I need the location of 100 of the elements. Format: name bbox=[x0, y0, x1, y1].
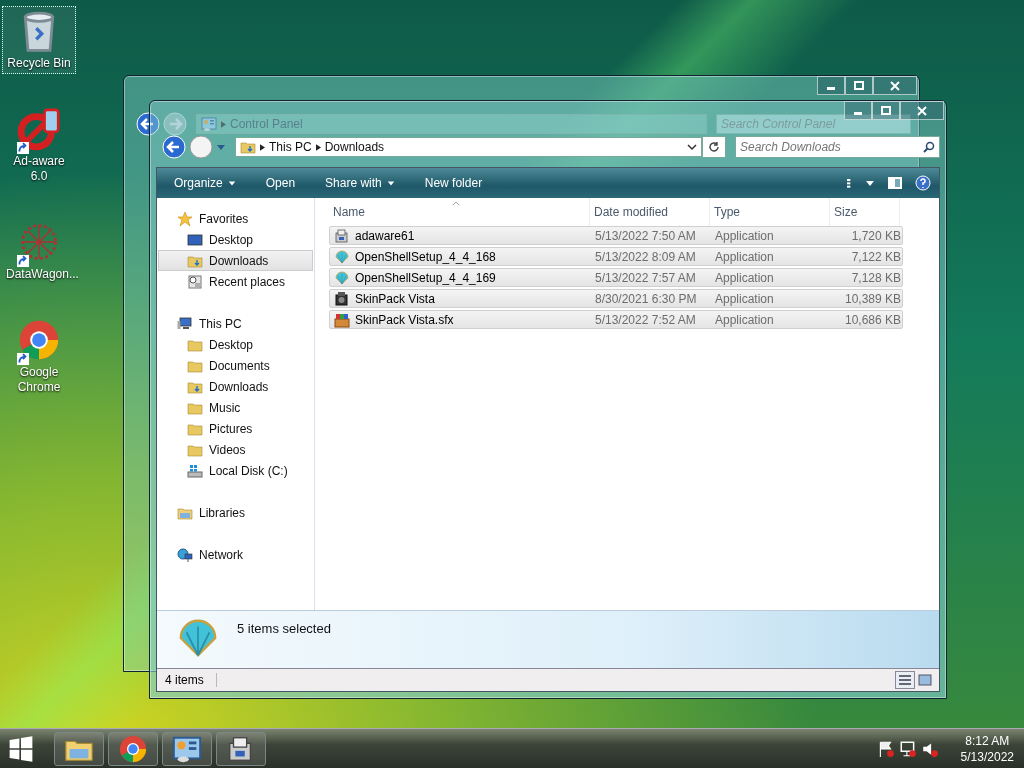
computer-icon bbox=[177, 315, 193, 332]
preview-pane-icon[interactable] bbox=[887, 175, 903, 191]
taskbar-button[interactable] bbox=[162, 731, 212, 766]
shell-icon bbox=[334, 269, 350, 286]
browser-icon bbox=[118, 733, 148, 764]
nav-item[interactable]: Network bbox=[158, 544, 313, 565]
file-row[interactable]: adaware61 5/13/2022 7:50 AM Application 1,720 KB bbox=[329, 226, 903, 245]
nav-item[interactable]: Videos bbox=[158, 439, 313, 460]
table-cell-text: 7,122 KB bbox=[850, 249, 901, 264]
table-cell-text: Application bbox=[714, 228, 775, 243]
table-cell-text: 5/13/2022 7:52 AM bbox=[594, 312, 697, 327]
taskbar-button[interactable] bbox=[54, 731, 104, 766]
nav-item[interactable]: Local Disk (C:) bbox=[158, 460, 313, 481]
shell-icon bbox=[334, 248, 350, 265]
close-icon bbox=[890, 80, 900, 91]
caret-icon[interactable] bbox=[865, 178, 875, 188]
recent-places-icon bbox=[187, 273, 203, 290]
breadcrumb-arrow-icon bbox=[260, 143, 265, 151]
search-icon bbox=[923, 141, 935, 153]
file-row[interactable]: OpenShellSetup_4_4_169 5/13/2022 7:57 AM Application 7,128 KB bbox=[329, 268, 903, 287]
thumbnail-view-icon[interactable] bbox=[915, 671, 935, 689]
chevron-down-icon[interactable] bbox=[687, 142, 697, 152]
nav-item[interactable]: This PC bbox=[158, 313, 313, 334]
refresh-button[interactable] bbox=[702, 136, 726, 158]
table-cell-text: Application bbox=[714, 312, 775, 327]
file-name: SkinPack Vista bbox=[355, 291, 435, 306]
desktop-shortcut[interactable]: Ad-aware 6.0 bbox=[2, 104, 76, 187]
details-view-icon[interactable] bbox=[895, 671, 915, 689]
nav-item[interactable]: Pictures bbox=[158, 418, 313, 439]
network-icon[interactable] bbox=[898, 739, 917, 758]
nav-item[interactable]: Desktop bbox=[158, 229, 313, 250]
monitor-icon bbox=[187, 231, 203, 248]
taskbar-button[interactable] bbox=[108, 731, 158, 766]
file-name: OpenShellSetup_4_4_169 bbox=[355, 270, 496, 285]
file-row[interactable]: SkinPack Vista.sfx 5/13/2022 7:52 AM Application 10,686 KB bbox=[329, 310, 903, 329]
file-name: OpenShellSetup_4_4_168 bbox=[355, 249, 496, 264]
minimize-button[interactable] bbox=[844, 101, 872, 120]
table-cell-text: Application bbox=[714, 270, 775, 285]
back-icon[interactable] bbox=[136, 112, 160, 136]
table-cell-text: 10,686 KB bbox=[843, 312, 901, 327]
file-name: adaware61 bbox=[355, 228, 415, 243]
refresh-icon bbox=[708, 141, 720, 153]
breadcrumb-item[interactable]: This PC bbox=[269, 140, 312, 154]
nav-item[interactable]: Libraries bbox=[158, 502, 313, 523]
toolbar-button[interactable]: New folder bbox=[415, 172, 492, 194]
network-icon bbox=[177, 546, 193, 563]
nav-item[interactable]: Downloads bbox=[158, 376, 313, 397]
table-cell-text: 5/13/2022 7:57 AM bbox=[594, 270, 697, 285]
toolbar-button[interactable]: Organize bbox=[165, 172, 245, 194]
nav-item[interactable]: Documents bbox=[158, 355, 313, 376]
close-icon bbox=[917, 105, 927, 116]
table-cell-text: 10,389 KB bbox=[843, 291, 901, 306]
file-row[interactable]: OpenShellSetup_4_4_168 5/13/2022 8:09 AM Application 7,122 KB bbox=[329, 247, 903, 266]
table-cell-text: 5/13/2022 7:50 AM bbox=[594, 228, 697, 243]
table-cell-text: 7,128 KB bbox=[850, 270, 901, 285]
search-field[interactable]: Search Downloads bbox=[735, 136, 940, 158]
table-cell-text: Application bbox=[714, 249, 775, 264]
selection-summary: 5 items selected bbox=[237, 621, 331, 636]
close-button[interactable] bbox=[900, 101, 944, 120]
archive-icon bbox=[334, 311, 350, 328]
star-icon bbox=[177, 210, 193, 227]
maximize-button[interactable] bbox=[872, 101, 900, 120]
nav-item[interactable]: Recent places bbox=[158, 271, 313, 292]
download-folder-icon bbox=[240, 139, 256, 155]
table-cell-text: 5/13/2022 8:09 AM bbox=[594, 249, 697, 264]
nav-item[interactable]: Favorites bbox=[158, 208, 313, 229]
browser-icon bbox=[17, 318, 61, 362]
file-row[interactable]: SkinPack Vista 8/30/2021 6:30 PM Application 10,389 KB bbox=[329, 289, 903, 308]
clock-time: 8:12 AM bbox=[965, 732, 1010, 749]
breadcrumb-arrow-icon bbox=[221, 120, 226, 128]
file-name: SkinPack Vista.sfx bbox=[355, 312, 454, 327]
maximize-icon bbox=[854, 80, 864, 91]
minimize-icon bbox=[827, 86, 835, 90]
clock[interactable]: 8:12 AM 5/13/2022 bbox=[960, 732, 1014, 765]
breadcrumb-arrow-icon bbox=[315, 143, 321, 151]
maximize-icon bbox=[881, 105, 891, 116]
close-button[interactable] bbox=[873, 76, 917, 95]
control-panel-icon bbox=[201, 116, 217, 132]
toolbar-button[interactable]: Open bbox=[256, 172, 305, 194]
table-cell-text: 1,720 KB bbox=[850, 228, 901, 243]
desktop-shortcut[interactable]: Recycle Bin bbox=[2, 6, 76, 74]
breadcrumb-item[interactable]: Downloads bbox=[324, 140, 385, 154]
desktop-shortcut[interactable]: DataWagon... bbox=[2, 217, 76, 285]
view-options-icon[interactable] bbox=[845, 176, 853, 190]
item-count: 4 items bbox=[165, 673, 217, 687]
windows-logo-icon[interactable] bbox=[8, 735, 34, 762]
address-bar[interactable]: This PC Downloads bbox=[235, 137, 702, 157]
ring-icon bbox=[17, 107, 61, 151]
maximize-button[interactable] bbox=[845, 76, 873, 95]
nav-item[interactable]: Downloads bbox=[158, 250, 313, 271]
nav-item[interactable]: Music bbox=[158, 397, 313, 418]
table-cell-text: Application bbox=[714, 291, 775, 306]
nav-item[interactable]: Desktop bbox=[158, 334, 313, 355]
toolbar-button[interactable]: Share with bbox=[316, 172, 404, 194]
table-cell-text: 8/30/2021 6:30 PM bbox=[594, 291, 698, 306]
clock-date: 5/13/2022 bbox=[960, 748, 1014, 765]
minimize-icon bbox=[854, 111, 862, 115]
help-icon[interactable] bbox=[915, 175, 931, 191]
minimize-button[interactable] bbox=[817, 76, 845, 95]
taskbar-button[interactable] bbox=[216, 731, 266, 766]
